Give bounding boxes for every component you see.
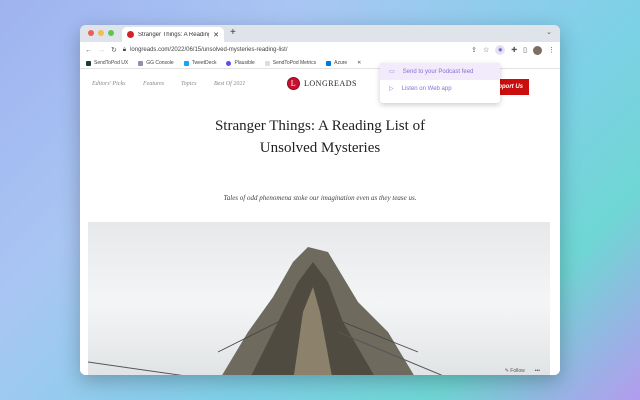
sendtopod-extension-icon[interactable]: ◉ bbox=[495, 45, 506, 55]
browser-window: Stranger Things: A Reading List | ... ✕ … bbox=[80, 25, 560, 375]
mountain-stairs-image bbox=[88, 247, 443, 375]
new-tab-button[interactable]: + bbox=[230, 27, 236, 38]
bookmark-icon bbox=[86, 60, 91, 66]
share-icon[interactable]: ⇪ bbox=[471, 46, 477, 54]
lock-icon: 🔒︎ bbox=[122, 46, 127, 53]
extension-popup-menu: ▭ Send to your Podcast feed ▷ Listen on We… bbox=[380, 63, 500, 103]
reload-icon[interactable]: ↻ bbox=[111, 46, 117, 54]
tab-search-chevron-icon[interactable]: ⌄ bbox=[546, 28, 552, 36]
twitter-icon bbox=[183, 60, 189, 66]
menu-kebab-icon[interactable]: ⋮ bbox=[548, 46, 555, 54]
longreads-logo[interactable]: L LONGREADS bbox=[287, 77, 357, 90]
extensions-puzzle-icon[interactable]: ✚ bbox=[511, 46, 517, 54]
nav-features[interactable]: Features bbox=[143, 81, 164, 87]
logo-l-icon: L bbox=[287, 77, 300, 90]
forward-icon[interactable]: → bbox=[98, 47, 105, 54]
tab-title: Stranger Things: A Reading List | ... bbox=[138, 31, 210, 38]
bookmark-gg-console[interactable]: GG Console bbox=[138, 60, 174, 66]
tab-active[interactable]: Stranger Things: A Reading List | ... ✕ bbox=[122, 27, 224, 42]
longreads-favicon-icon bbox=[127, 31, 134, 38]
podcast-feed-icon: ▭ bbox=[389, 69, 395, 75]
nav-best-of-2021[interactable]: Best Of 2021 bbox=[214, 81, 245, 87]
toolbar: ← → ↻ 🔒︎ longreads.com/2022/06/15/unsolv… bbox=[80, 42, 560, 58]
profile-avatar[interactable] bbox=[533, 45, 542, 55]
article-title: Stranger Things: A Reading List of Unsol… bbox=[214, 118, 426, 156]
plausible-icon bbox=[226, 60, 232, 66]
bookmark-azure[interactable]: Azure bbox=[326, 60, 347, 66]
bookmark-sendtopod-metrics[interactable]: SendToPod Metrics bbox=[264, 60, 316, 66]
follow-button[interactable]: ✎ Follow bbox=[505, 368, 525, 374]
close-tab-icon[interactable]: ✕ bbox=[213, 31, 219, 39]
star-icon[interactable]: ☆ bbox=[483, 46, 489, 54]
nav-editors-picks[interactable]: Editors' Picks bbox=[92, 81, 125, 87]
maximize-window-button[interactable] bbox=[108, 30, 114, 36]
bookmark-sendtopod-ux[interactable]: SendToPod UX bbox=[86, 60, 128, 66]
address-bar[interactable]: 🔒︎ longreads.com/2022/06/15/unsolved-mys… bbox=[123, 47, 465, 54]
listen-on-web-app-item[interactable]: ▷ Listen on Web app bbox=[380, 80, 500, 97]
bookmark-icon bbox=[264, 60, 270, 66]
bookmark-icon bbox=[138, 60, 144, 66]
hero-image: ✎ Follow ••• bbox=[88, 222, 550, 375]
tab-strip: Stranger Things: A Reading List | ... ✕ … bbox=[80, 25, 560, 42]
article-subtitle: Tales of odd phenomena stoke our imagina… bbox=[223, 194, 417, 202]
send-to-podcast-feed-item[interactable]: ▭ Send to your Podcast feed bbox=[380, 63, 500, 80]
more-button[interactable]: ••• bbox=[535, 368, 540, 374]
play-circle-icon: ▷ bbox=[389, 86, 394, 92]
bookmark-tweetdeck[interactable]: TweetDeck bbox=[183, 60, 216, 66]
back-icon[interactable]: ← bbox=[85, 47, 92, 54]
url-text: longreads.com/2022/06/15/unsolved-myster… bbox=[130, 47, 288, 53]
sidebar-icon[interactable]: ▯ bbox=[523, 46, 527, 54]
minimize-window-button[interactable] bbox=[98, 30, 104, 36]
close-window-button[interactable] bbox=[88, 30, 94, 36]
azure-icon bbox=[326, 60, 332, 66]
follow-bar: ✎ Follow ••• bbox=[505, 368, 540, 374]
close-icon[interactable]: ✕ bbox=[357, 60, 361, 66]
bookmark-plausible[interactable]: Plausible bbox=[226, 60, 255, 66]
web-page: ▭ Send to your Podcast feed ▷ Listen on We… bbox=[80, 63, 560, 375]
nav-topics[interactable]: Topics bbox=[181, 81, 196, 87]
